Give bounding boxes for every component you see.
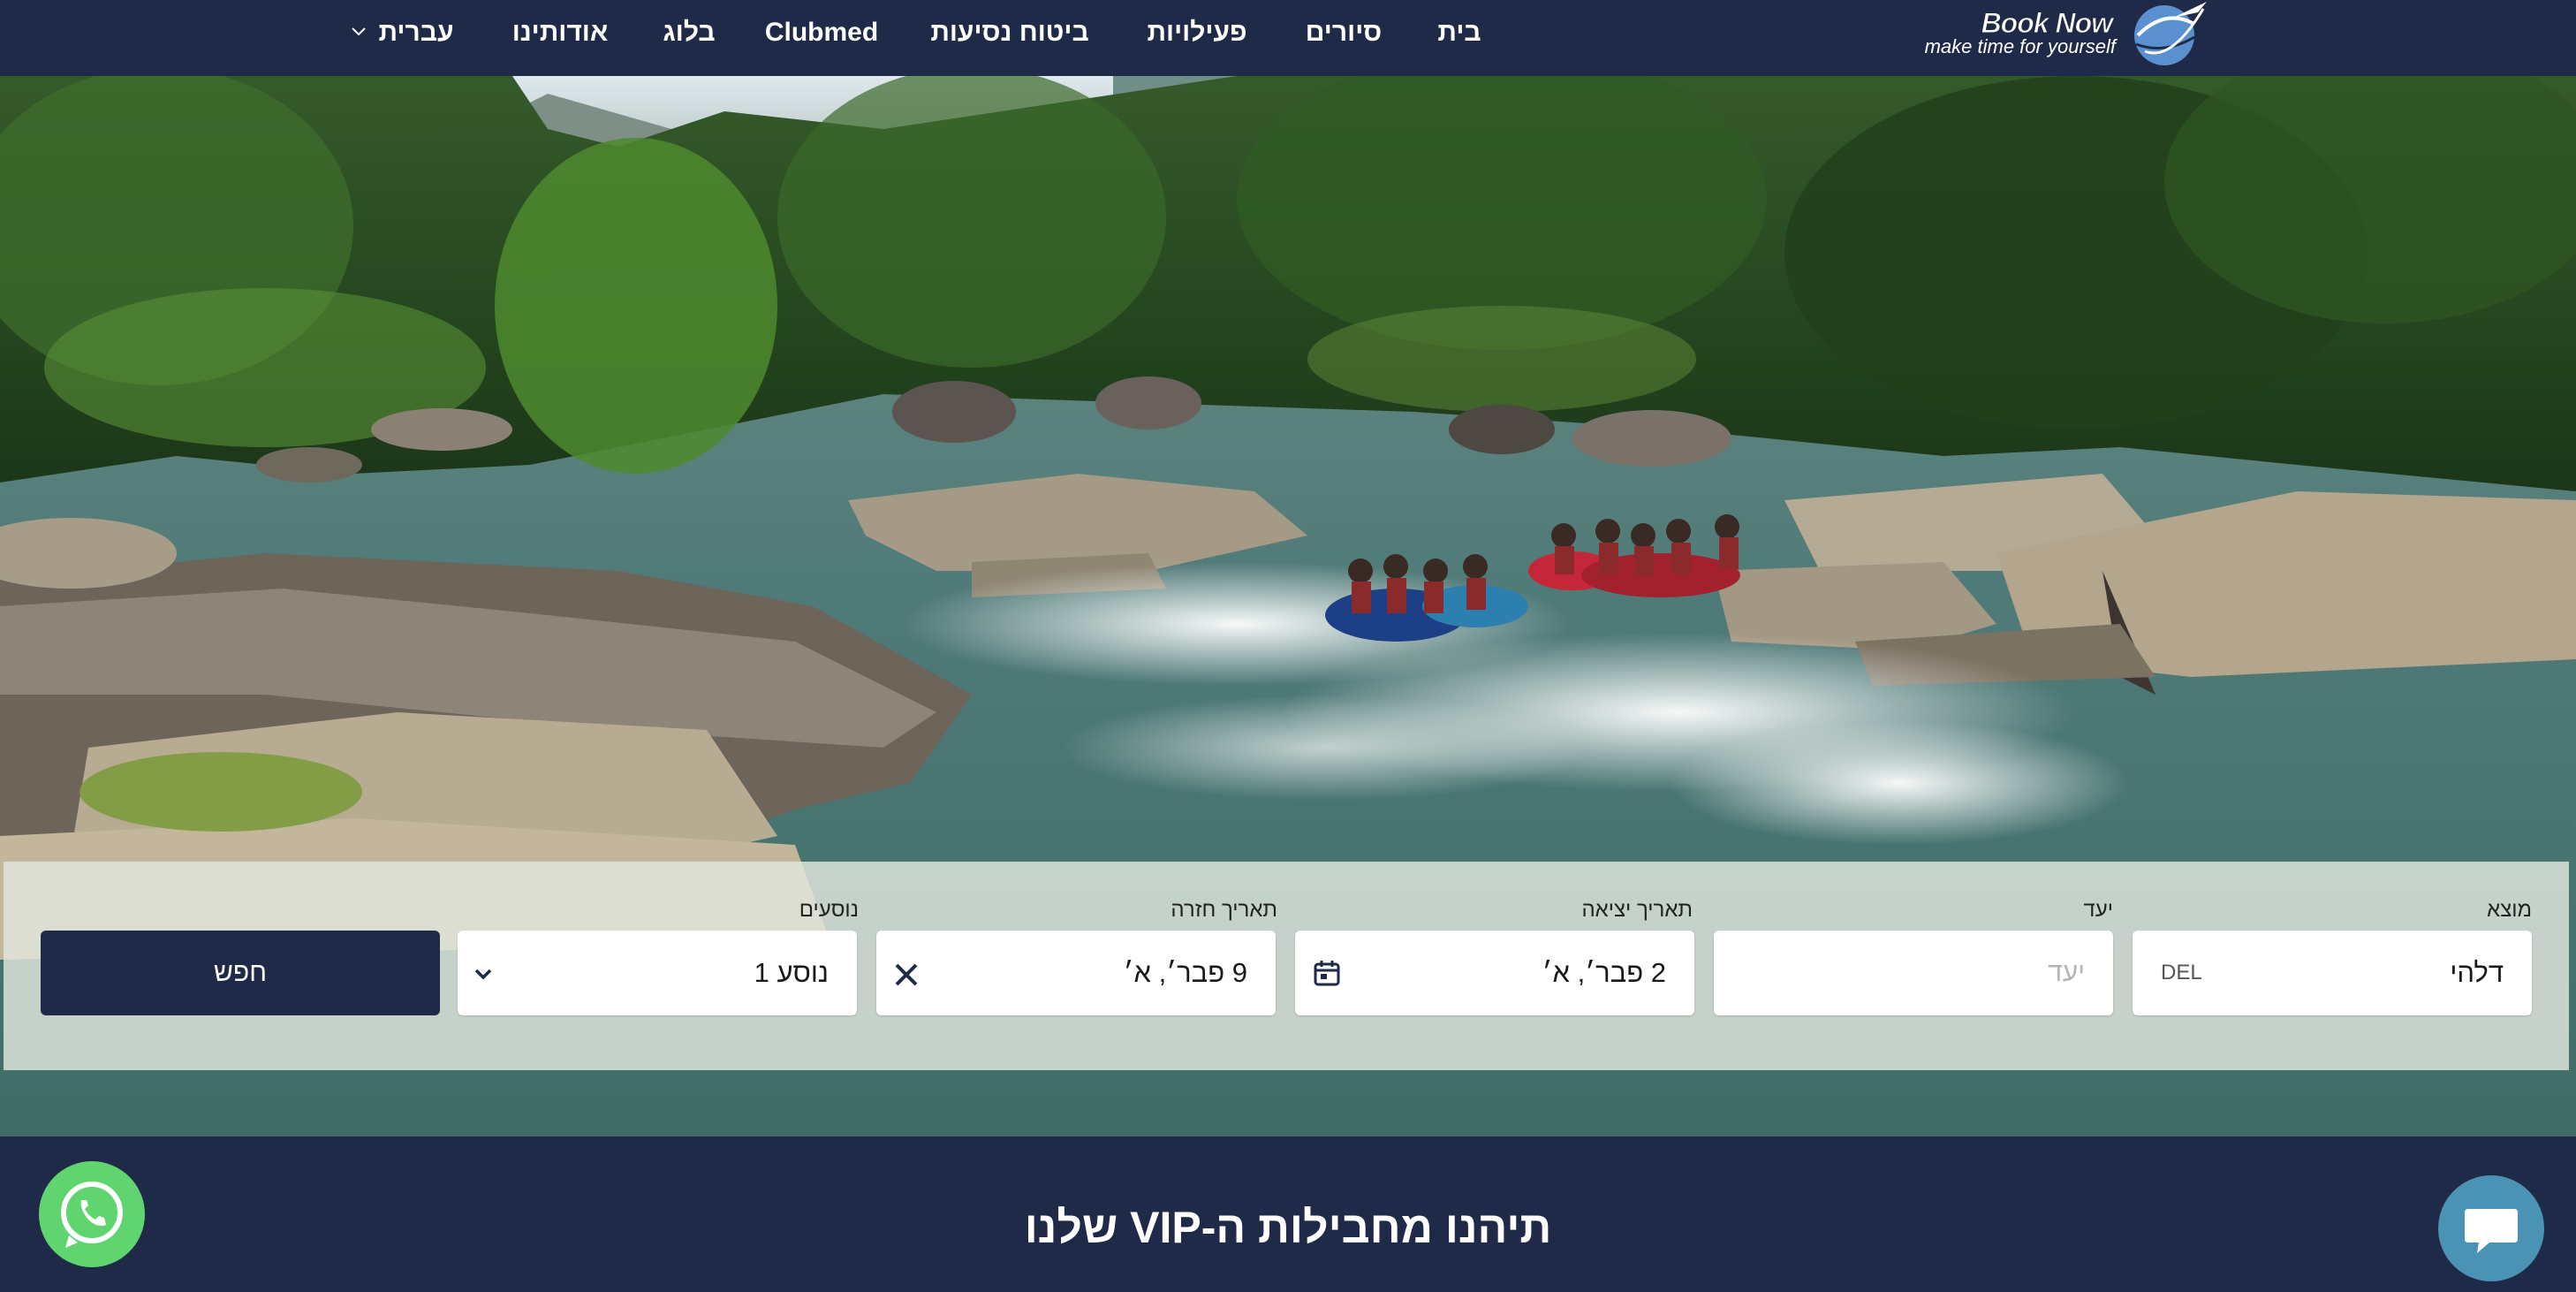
depart-date-value: 2 פבר׳, א׳ xyxy=(1542,957,1666,988)
nav-item-clubmed[interactable]: Clubmed xyxy=(765,0,878,65)
nav-item-blog[interactable]: בלוג xyxy=(663,0,715,65)
return-date-label: תאריך חזרה xyxy=(1171,898,1277,922)
origin-label: מוצא xyxy=(2487,898,2532,922)
nav-item-about[interactable]: אודותינו xyxy=(512,0,609,65)
return-date-value: 9 פבר׳, א׳ xyxy=(1123,957,1247,988)
whatsapp-button[interactable] xyxy=(39,1161,145,1267)
nav-item-language[interactable]: עברית xyxy=(378,0,453,65)
destination-field[interactable]: יעד xyxy=(1714,931,2113,1015)
close-icon[interactable] xyxy=(892,961,921,989)
destination-label: יעד xyxy=(2083,898,2113,922)
return-date-field[interactable]: 9 פבר׳, א׳ xyxy=(876,931,1276,1015)
destination-placeholder: יעד xyxy=(2048,958,2085,987)
nav-item-activities[interactable]: פעילויות xyxy=(1148,0,1247,65)
plane-globe-icon xyxy=(2134,2,2207,65)
chat-icon xyxy=(2465,1209,2518,1253)
nav-item-travel-insurance[interactable]: ביטוח נסיעות xyxy=(930,0,1088,65)
depart-date-field[interactable]: 2 פבר׳, א׳ xyxy=(1295,931,1694,1015)
chevron-down-icon[interactable] xyxy=(349,21,368,41)
calendar-icon[interactable] xyxy=(1313,959,1341,987)
depart-date-label: תאריך יציאה xyxy=(1581,898,1693,922)
logo[interactable]: Book Now make time for yourself xyxy=(1908,0,2213,71)
passengers-value: נוסע 1 xyxy=(754,957,829,988)
passengers-select[interactable]: נוסע 1 xyxy=(458,931,857,1015)
passengers-label: נוסעים xyxy=(799,898,859,922)
nav-item-tours[interactable]: סיורים xyxy=(1306,0,1382,65)
vip-section-title: תיהנו מחבילות ה-VIP שלנו xyxy=(1024,1203,1552,1252)
top-nav: בית סיורים פעילויות ביטוח נסיעות Clubmed… xyxy=(0,0,2576,76)
search-button[interactable]: חפש xyxy=(41,931,440,1015)
origin-value: דלהי xyxy=(2450,957,2504,988)
origin-field[interactable]: DEL דלהי xyxy=(2133,931,2532,1015)
logo-tagline: make time for yourself xyxy=(1924,35,2116,57)
nav-item-home[interactable]: בית xyxy=(1437,0,1481,65)
chat-button[interactable] xyxy=(2438,1175,2544,1281)
origin-code: DEL xyxy=(2161,961,2202,984)
chevron-down-icon[interactable] xyxy=(472,962,495,985)
whatsapp-icon xyxy=(61,1182,123,1248)
